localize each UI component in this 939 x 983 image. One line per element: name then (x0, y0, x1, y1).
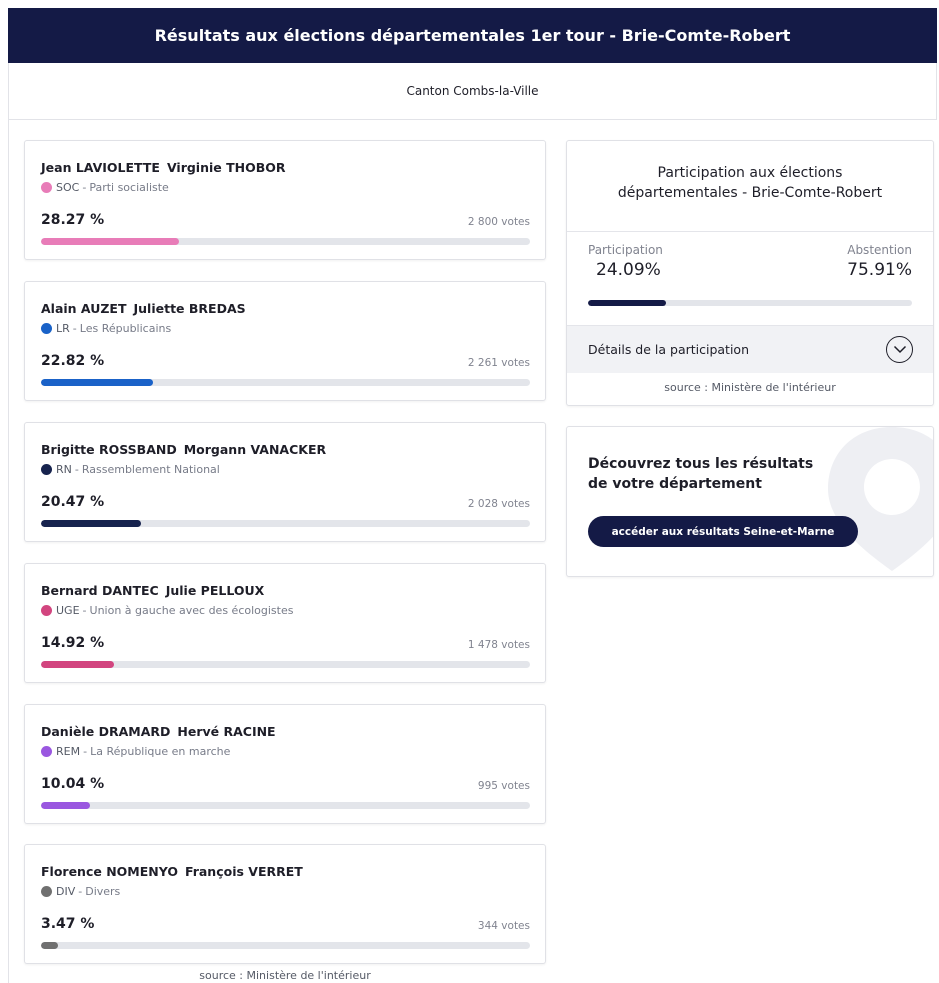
party-color-dot (41, 182, 52, 193)
vote-count: 1 478 votes (467, 639, 530, 651)
abstention-value: 75.91% (847, 260, 912, 280)
progress-fill (41, 379, 153, 386)
participation-fill (588, 300, 667, 306)
vote-percent: 22.82 % (41, 353, 105, 369)
party-abbr: SOC (56, 181, 80, 194)
party-abbr: LR (56, 322, 70, 335)
party-name: Union à gauche avec des écologistes (89, 604, 294, 617)
party-color-dot (41, 323, 52, 334)
participation-track (588, 300, 912, 306)
candidate-card: Florence NOMENYO François VERRET DIV - Dive… (24, 844, 546, 964)
candidate-name: Julie PELLOUX (165, 583, 265, 598)
party-color-dot (41, 746, 52, 757)
candidate-name: Bernard DANTEC (41, 583, 159, 598)
candidate-card: Danièle DRAMARD Hervé RACINE REM - La Répub… (24, 704, 546, 824)
candidate-name: Brigitte ROSSBAND (41, 442, 177, 457)
candidate-name: François VERRET (184, 864, 303, 879)
vote-percent: 14.92 % (41, 635, 105, 651)
party-name: La République en marche (90, 745, 231, 758)
candidate-names: Danièle DRAMARD Hervé RACINE (41, 724, 276, 739)
canton-bar: Canton Combs-la-Ville (8, 63, 937, 120)
participation-value: 24.09% (596, 260, 661, 280)
map-pin-icon (828, 427, 933, 571)
party-name: Rassemblement National (81, 463, 220, 476)
candidate-name: Jean LAVIOLETTE (41, 160, 160, 175)
progress-fill (41, 520, 142, 527)
candidate-names: Bernard DANTEC Julie PELLOUX (41, 583, 264, 598)
party-line: UGE - Union à gauche avec des écologistes (41, 604, 293, 617)
candidate-name: Virginie THOBOR (166, 160, 286, 175)
candidate-card: Jean LAVIOLETTE Virginie THOBOR SOC - Parti… (24, 140, 546, 260)
candidate-names: Florence NOMENYO François VERRET (41, 864, 303, 879)
candidate-name: Hervé RACINE (177, 724, 276, 739)
vote-percent: 3.47 % (41, 916, 95, 932)
canton-name: Canton Combs-la-Ville (406, 84, 539, 98)
candidate-card: Brigitte ROSSBAND Morgann VANACKER RN - Ras… (24, 422, 546, 542)
vote-count: 2 800 votes (467, 216, 530, 228)
abstention-label: Abstention (847, 243, 912, 257)
vote-percent: 28.27 % (41, 212, 105, 228)
party-color-dot (41, 605, 52, 616)
progress-fill (41, 942, 58, 949)
party-color-dot (41, 464, 52, 475)
party-abbr: DIV (56, 885, 76, 898)
progress-track (41, 802, 530, 809)
participation-details-toggle[interactable]: Détails de la participation (567, 325, 933, 373)
vote-count: 2 261 votes (467, 357, 530, 369)
candidate-name: Danièle DRAMARD (41, 724, 171, 739)
candidate-card: Bernard DANTEC Julie PELLOUX UGE - Union à … (24, 563, 546, 683)
progress-track (41, 520, 530, 527)
vote-count: 344 votes (477, 920, 530, 932)
candidate-name: Alain AUZET (41, 301, 127, 316)
participation-card: Participation aux élections départementa… (566, 140, 934, 406)
party-abbr: UGE (56, 604, 80, 617)
progress-track (41, 661, 530, 668)
party-name: Les Républicains (79, 322, 172, 335)
results-source: source : Ministère de l'intérieur (199, 969, 371, 982)
party-line: DIV - Divers (41, 885, 120, 898)
candidate-name: Morgann VANACKER (183, 442, 327, 457)
progress-fill (41, 661, 114, 668)
vote-count: 2 028 votes (467, 498, 530, 510)
participation-source: source : Ministère de l'intérieur (664, 381, 836, 394)
divider (567, 231, 933, 232)
page-title: Résultats aux élections départementales … (154, 26, 791, 45)
party-name: Divers (85, 885, 121, 898)
progress-fill (41, 238, 180, 245)
party-abbr: RN (56, 463, 72, 476)
candidate-name: Juliette BREDAS (133, 301, 246, 316)
progress-track (41, 238, 530, 245)
participation-label: Participation (588, 243, 663, 257)
discover-card: Découvrez tous les résultats de votre dé… (566, 426, 934, 577)
party-line: REM - La République en marche (41, 745, 230, 758)
party-line: SOC - Parti socialiste (41, 181, 169, 194)
content-border (8, 120, 9, 983)
participation-title: Participation aux élections départementa… (617, 165, 883, 201)
vote-percent: 20.47 % (41, 494, 105, 510)
candidate-name: Florence NOMENYO (41, 864, 178, 879)
party-abbr: REM (56, 745, 81, 758)
candidate-card: Alain AUZET Juliette BREDAS LR - Les Républ… (24, 281, 546, 401)
party-line: RN - Rassemblement National (41, 463, 220, 476)
party-name: Parti socialiste (89, 181, 169, 194)
progress-fill (41, 802, 91, 809)
progress-track (41, 379, 530, 386)
details-label: Détails de la participation (588, 342, 750, 357)
vote-count: 995 votes (477, 780, 530, 792)
department-results-button[interactable]: accéder aux résultats Seine-et-Marne (588, 516, 858, 547)
progress-track (41, 942, 530, 949)
party-line: LR - Les Républicains (41, 322, 171, 335)
page-header: Résultats aux élections départementales … (8, 8, 937, 63)
candidate-names: Brigitte ROSSBAND Morgann VANACKER (41, 442, 326, 457)
vote-percent: 10.04 % (41, 776, 105, 792)
party-color-dot (41, 886, 52, 897)
candidate-names: Jean LAVIOLETTE Virginie THOBOR (41, 160, 286, 175)
candidate-names: Alain AUZET Juliette BREDAS (41, 301, 246, 316)
chevron-down-circle-icon[interactable] (886, 336, 913, 363)
discover-text: Découvrez tous les résultats de votre dé… (588, 456, 814, 492)
